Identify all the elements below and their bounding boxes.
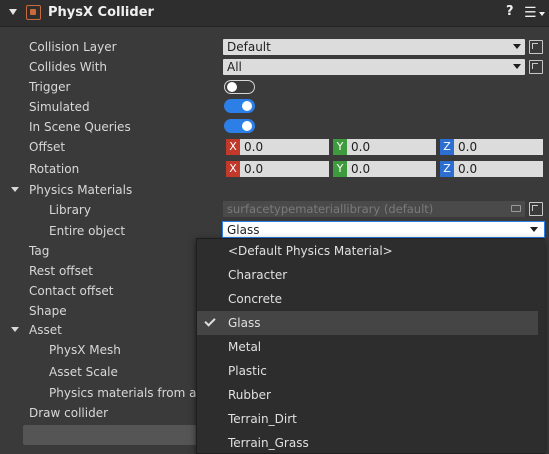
dropdown-option[interactable]: Metal <box>197 335 538 359</box>
dropdown-option[interactable]: Concrete <box>197 287 538 311</box>
offset-z-value[interactable]: 0.0 <box>454 139 543 155</box>
asset-scale-label: Asset Scale <box>49 365 118 379</box>
in-scene-queries-label: In Scene Queries <box>29 120 131 134</box>
physx-mesh-label: PhysX Mesh <box>49 343 121 357</box>
rotation-y-field[interactable]: Y 0.0 <box>333 161 436 177</box>
in-scene-queries-toggle[interactable] <box>224 119 255 133</box>
collision-layer-row: Collision Layer Default <box>0 37 549 57</box>
dropdown-option[interactable]: Terrain_Dirt <box>197 407 538 431</box>
expand-arrow-icon[interactable] <box>11 327 19 332</box>
shape-label: Shape <box>29 304 67 318</box>
x-axis-badge: X <box>226 161 240 177</box>
checkmark-icon <box>204 315 216 327</box>
chevron-down-icon[interactable] <box>530 227 538 232</box>
offset-y-value[interactable]: 0.0 <box>347 139 436 155</box>
dropdown-option[interactable]: Terrain_Grass <box>197 431 538 454</box>
offset-y-field[interactable]: Y 0.0 <box>333 139 436 155</box>
simulated-row: Simulated <box>0 97 549 117</box>
y-axis-badge: Y <box>333 139 347 155</box>
option-label: Concrete <box>228 292 283 306</box>
dropdown-option[interactable]: Rubber <box>197 383 538 407</box>
physics-materials-label: Physics Materials <box>29 183 133 197</box>
option-label: Plastic <box>228 364 267 378</box>
rotation-y-value[interactable]: 0.0 <box>347 161 436 177</box>
dropdown-option[interactable]: <Default Physics Material> <box>197 239 538 263</box>
collides-with-value: All <box>227 60 242 74</box>
option-label: <Default Physics Material> <box>228 244 393 258</box>
library-asset-field[interactable]: surfacetypemateriallibrary (default) <box>223 201 525 217</box>
component-header: PhysX Collider ? ☰ <box>0 0 549 27</box>
dropdown-option[interactable]: Character <box>197 263 538 287</box>
physics-materials-row[interactable]: Physics Materials <box>0 180 549 200</box>
entire-object-combobox[interactable]: Glass <box>222 221 545 238</box>
toggle-knob <box>227 82 237 92</box>
rest-offset-label: Rest offset <box>29 264 93 278</box>
library-label: Library <box>49 203 91 217</box>
component-menu-button[interactable]: ☰ <box>524 5 537 21</box>
open-editor-icon[interactable] <box>529 40 543 54</box>
option-label: Rubber <box>228 388 271 402</box>
offset-x-value[interactable]: 0.0 <box>240 139 329 155</box>
dropdown-option-selected[interactable]: Glass <box>197 311 538 335</box>
entire-object-value: Glass <box>227 223 260 237</box>
x-axis-badge: X <box>226 139 240 155</box>
trigger-row: Trigger <box>0 77 549 97</box>
collides-with-combobox[interactable]: All <box>223 59 525 75</box>
rotation-z-value[interactable]: 0.0 <box>454 161 543 177</box>
y-axis-badge: Y <box>333 161 347 177</box>
toggle-knob <box>242 101 252 111</box>
z-axis-badge: Z <box>440 161 454 177</box>
option-label: Character <box>228 268 288 282</box>
chevron-down-icon[interactable] <box>513 64 521 69</box>
option-label: Terrain_Dirt <box>228 412 297 426</box>
collapse-arrow-icon[interactable] <box>9 9 17 15</box>
collision-layer-value: Default <box>227 40 271 54</box>
help-button[interactable]: ? <box>506 4 514 19</box>
rotation-row: Rotation X 0.0 Y 0.0 Z 0.0 <box>0 159 549 179</box>
offset-x-field[interactable]: X 0.0 <box>226 139 329 155</box>
menu-chevron-down-icon[interactable] <box>539 12 545 16</box>
physx-collider-icon <box>26 5 41 20</box>
in-scene-queries-row: In Scene Queries <box>0 117 549 137</box>
entire-object-label: Entire object <box>49 224 126 238</box>
rotation-label: Rotation <box>29 162 80 176</box>
collision-layer-label: Collision Layer <box>29 40 117 54</box>
material-dropdown-list: <Default Physics Material> Character Con… <box>196 238 545 454</box>
option-label: Glass <box>228 316 261 330</box>
offset-row: Offset X 0.0 Y 0.0 Z 0.0 <box>0 137 549 157</box>
trigger-toggle[interactable] <box>224 80 255 94</box>
library-row: Library surfacetypemateriallibrary (defa… <box>0 200 549 220</box>
tag-label: Tag <box>29 244 50 258</box>
simulated-toggle[interactable] <box>224 99 255 113</box>
z-axis-badge: Z <box>440 139 454 155</box>
offset-label: Offset <box>29 140 66 154</box>
trigger-label: Trigger <box>29 80 71 94</box>
folder-icon[interactable] <box>511 205 521 212</box>
simulated-label: Simulated <box>29 100 90 114</box>
rotation-x-value[interactable]: 0.0 <box>240 161 329 177</box>
rotation-x-field[interactable]: X 0.0 <box>226 161 329 177</box>
toggle-knob <box>242 121 252 131</box>
open-editor-icon[interactable] <box>529 202 543 216</box>
dropdown-scrollbar[interactable] <box>538 239 545 453</box>
option-label: Metal <box>228 340 262 354</box>
chevron-down-icon[interactable] <box>513 44 521 49</box>
collision-layer-combobox[interactable]: Default <box>223 39 525 55</box>
rotation-z-field[interactable]: Z 0.0 <box>440 161 543 177</box>
expand-arrow-icon[interactable] <box>11 187 19 192</box>
contact-offset-label: Contact offset <box>29 284 114 298</box>
collides-with-row: Collides With All <box>0 57 549 77</box>
open-editor-icon[interactable] <box>529 60 543 74</box>
component-title: PhysX Collider <box>48 5 154 20</box>
dropdown-option[interactable]: Plastic <box>197 359 538 383</box>
physics-materials-from-asset-label: Physics materials from ass <box>49 386 209 400</box>
option-label: Terrain_Grass <box>228 436 309 450</box>
bottom-button[interactable] <box>23 425 203 445</box>
draw-collider-label: Draw collider <box>29 406 109 420</box>
asset-label: Asset <box>29 323 62 337</box>
collides-with-label: Collides With <box>29 60 108 74</box>
offset-z-field[interactable]: Z 0.0 <box>440 139 543 155</box>
library-value: surfacetypemateriallibrary (default) <box>227 202 434 216</box>
